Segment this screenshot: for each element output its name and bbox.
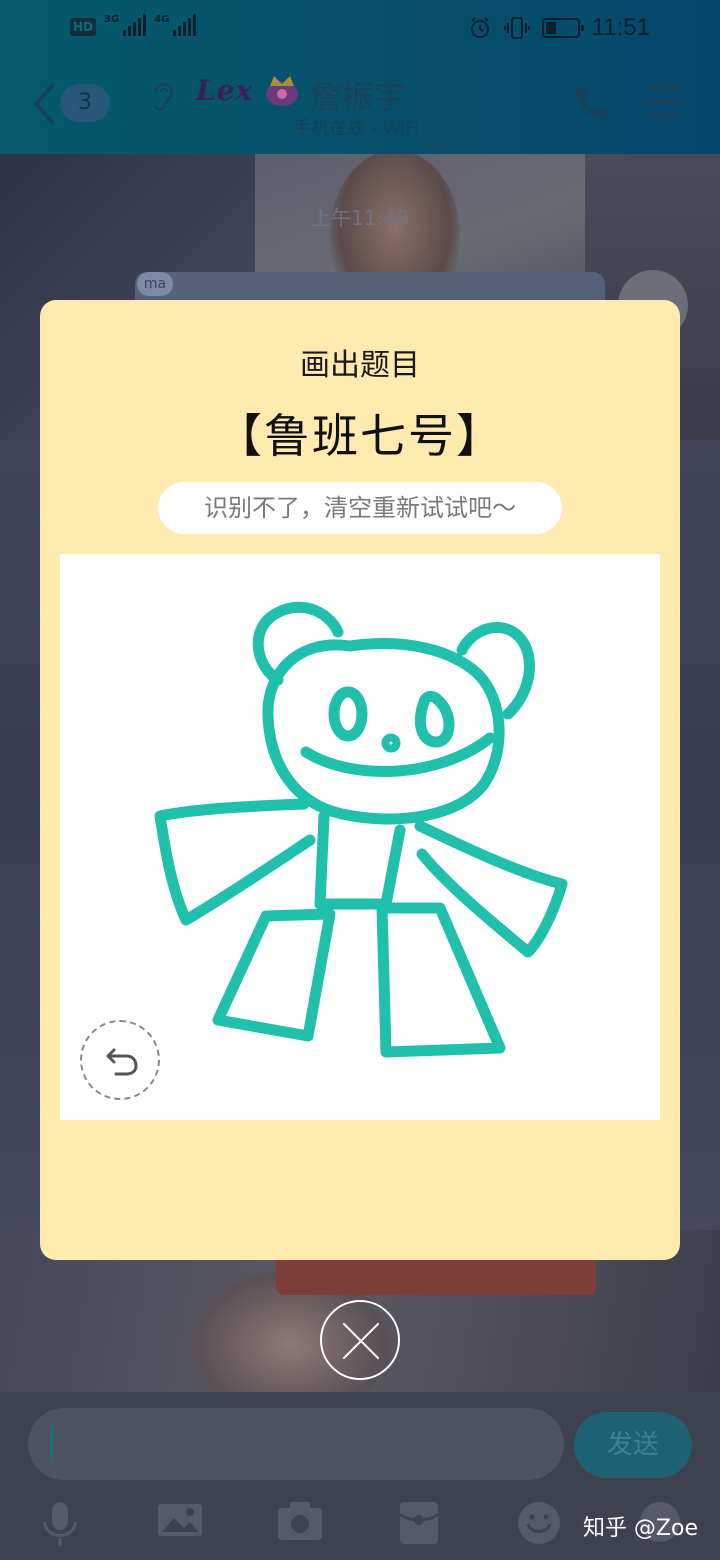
dialog-title: 画出题目 xyxy=(300,348,420,383)
signal-icon xyxy=(123,14,147,36)
recognition-hint: 识别不了，清空重新试试吧～ xyxy=(158,482,562,534)
sender-tag: ma xyxy=(137,272,173,296)
red-packet-message[interactable] xyxy=(276,1255,596,1295)
menu-icon[interactable] xyxy=(646,86,682,118)
vip-logo: Lex xyxy=(196,74,254,107)
draw-guess-dialog: 画出题目 【鲁班七号】 识别不了，清空重新试试吧～ xyxy=(40,300,680,1260)
crown-icon xyxy=(266,76,298,106)
undo-button[interactable] xyxy=(80,1020,160,1100)
drawing-canvas[interactable] xyxy=(60,554,660,1120)
back-arrow-icon[interactable] xyxy=(28,82,58,126)
contact-name[interactable]: 詹振宇 xyxy=(310,72,406,118)
status-time: 11:51 xyxy=(591,14,650,41)
camera-icon[interactable] xyxy=(276,1500,324,1542)
microphone-icon[interactable] xyxy=(40,1500,80,1548)
status-bar: HD 3G 4G 11:51 xyxy=(0,0,720,56)
vibrate-icon xyxy=(503,17,530,39)
unread-badge[interactable]: 3 xyxy=(60,84,110,122)
contact-status: 手机在线 - WiFi xyxy=(293,118,420,139)
image-icon[interactable] xyxy=(156,1500,204,1540)
message-bubble[interactable] xyxy=(135,272,605,302)
close-dialog-button[interactable] xyxy=(320,1300,400,1380)
message-input[interactable] xyxy=(28,1408,564,1480)
send-button[interactable]: 发送 xyxy=(574,1412,692,1478)
phone-icon[interactable] xyxy=(572,84,612,124)
emoji-icon[interactable] xyxy=(516,1500,562,1546)
network-4g-label: 4G xyxy=(154,14,170,25)
ear-icon[interactable] xyxy=(150,78,178,114)
message-timestamp: 上午11:49 xyxy=(311,206,409,230)
status-right: 11:51 xyxy=(468,14,650,42)
hd-badge: HD xyxy=(70,18,97,36)
text-caret xyxy=(50,1426,53,1462)
signal-indicators: HD 3G 4G xyxy=(70,14,197,36)
network-3g-label: 3G xyxy=(104,14,120,25)
alarm-icon xyxy=(470,17,489,38)
signal-icon xyxy=(173,14,197,36)
prompt-word: 【鲁班七号】 xyxy=(216,409,504,463)
red-packet-icon[interactable] xyxy=(398,1500,440,1546)
chat-header: HD 3G 4G 11:51 3 Lex 詹振宇 手机在线 - WiFi xyxy=(0,0,720,154)
chat-nav: 3 Lex 詹振宇 手机在线 - WiFi xyxy=(0,56,720,154)
watermark: 知乎 @Zoe xyxy=(582,1516,698,1541)
battery-icon xyxy=(541,18,584,38)
undo-icon xyxy=(106,1048,138,1076)
